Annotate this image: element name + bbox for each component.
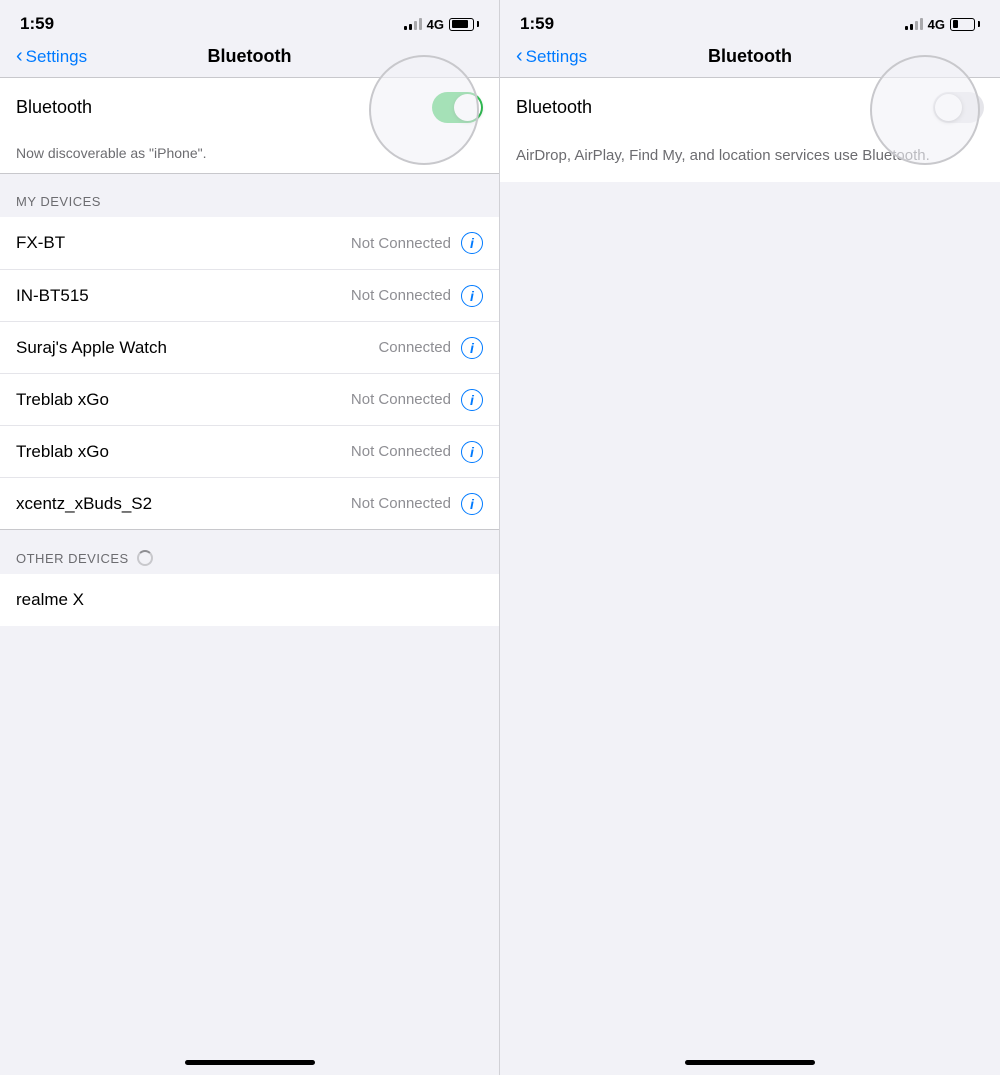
left-chevron-icon: ‹	[16, 45, 23, 68]
left-other-devices-header: OTHER DEVICES	[0, 530, 499, 574]
device-right-fx-bt: Not Connected i	[351, 232, 483, 254]
right-battery-body	[950, 18, 975, 31]
signal-bar-3	[414, 21, 417, 30]
signal-bar-2	[409, 24, 412, 30]
device-status-apple-watch: Connected	[378, 339, 451, 356]
left-other-device-list: realme X	[0, 574, 499, 626]
device-status-fx-bt: Not Connected	[351, 235, 451, 252]
left-my-devices-header: MY DEVICES	[0, 174, 499, 217]
right-signal-bar-2	[910, 24, 913, 30]
device-name-realme: realme X	[16, 590, 84, 610]
left-back-button[interactable]: ‹ Settings	[16, 46, 87, 68]
left-back-label: Settings	[26, 47, 87, 67]
left-nav-title: Bluetooth	[208, 46, 292, 67]
device-right-xcentz: Not Connected i	[351, 493, 483, 515]
device-right-treblab-1: Not Connected i	[351, 389, 483, 411]
device-row-xcentz: xcentz_xBuds_S2 Not Connected i	[0, 477, 499, 529]
device-name-apple-watch: Suraj's Apple Watch	[16, 338, 167, 358]
device-status-treblab-1: Not Connected	[351, 391, 451, 408]
device-status-xcentz: Not Connected	[351, 495, 451, 512]
device-right-apple-watch: Connected i	[378, 337, 483, 359]
right-signal-bar-3	[915, 21, 918, 30]
right-battery	[950, 18, 980, 31]
device-row-treblab-1: Treblab xGo Not Connected i	[0, 373, 499, 425]
right-status-icons: 4G	[905, 17, 980, 32]
device-name-fx-bt: FX-BT	[16, 233, 65, 253]
left-status-icons: 4G	[404, 17, 479, 32]
device-row-treblab-2: Treblab xGo Not Connected i	[0, 425, 499, 477]
device-row-fx-bt: FX-BT Not Connected i	[0, 217, 499, 269]
info-icon-fx-bt[interactable]: i	[461, 232, 483, 254]
right-toggle-highlight	[870, 55, 980, 165]
left-network: 4G	[427, 17, 444, 32]
left-device-list: FX-BT Not Connected i IN-BT515 Not Conne…	[0, 217, 499, 529]
left-battery-tip	[477, 21, 479, 27]
left-toggle-highlight	[369, 55, 479, 165]
left-battery-fill	[452, 20, 468, 28]
info-icon-in-bt515[interactable]: i	[461, 285, 483, 307]
right-battery-tip	[978, 21, 980, 27]
device-name-xcentz: xcentz_xBuds_S2	[16, 494, 152, 514]
device-status-treblab-2: Not Connected	[351, 443, 451, 460]
left-time: 1:59	[20, 14, 54, 34]
left-home-indicator	[185, 1060, 315, 1065]
right-time: 1:59	[520, 14, 554, 34]
device-row-realme: realme X	[0, 574, 499, 626]
signal-bar-4	[419, 18, 422, 30]
right-battery-fill	[953, 20, 958, 28]
right-back-button[interactable]: ‹ Settings	[516, 46, 587, 68]
right-toggle-label: Bluetooth	[516, 97, 592, 118]
device-right-in-bt515: Not Connected i	[351, 285, 483, 307]
left-scanning-spinner	[137, 550, 153, 566]
device-status-in-bt515: Not Connected	[351, 287, 451, 304]
left-signal-bars	[404, 18, 422, 30]
device-row-apple-watch: Suraj's Apple Watch Connected i	[0, 321, 499, 373]
info-icon-apple-watch[interactable]: i	[461, 337, 483, 359]
left-status-bar: 1:59 4G	[0, 0, 499, 40]
right-signal-bar-4	[920, 18, 923, 30]
info-icon-treblab-1[interactable]: i	[461, 389, 483, 411]
right-network: 4G	[928, 17, 945, 32]
left-other-devices-label: OTHER DEVICES	[16, 551, 129, 566]
signal-bar-1	[404, 26, 407, 30]
right-phone-panel: 1:59 4G ‹ Settings Bluetooth	[500, 0, 1000, 1075]
right-chevron-icon: ‹	[516, 45, 523, 68]
right-signal-bars	[905, 18, 923, 30]
right-nav-title: Bluetooth	[708, 46, 792, 67]
info-icon-xcentz[interactable]: i	[461, 493, 483, 515]
info-icon-treblab-2[interactable]: i	[461, 441, 483, 463]
right-status-bar: 1:59 4G	[500, 0, 1000, 40]
device-name-in-bt515: IN-BT515	[16, 286, 89, 306]
device-row-in-bt515: IN-BT515 Not Connected i	[0, 269, 499, 321]
left-phone-panel: 1:59 4G ‹ Settings Bluetooth	[0, 0, 500, 1075]
right-signal-bar-1	[905, 26, 908, 30]
device-name-treblab-1: Treblab xGo	[16, 390, 109, 410]
left-battery-body	[449, 18, 474, 31]
right-back-label: Settings	[526, 47, 587, 67]
device-name-treblab-2: Treblab xGo	[16, 442, 109, 462]
left-battery	[449, 18, 479, 31]
device-right-treblab-2: Not Connected i	[351, 441, 483, 463]
right-home-indicator	[685, 1060, 815, 1065]
left-toggle-label: Bluetooth	[16, 97, 92, 118]
